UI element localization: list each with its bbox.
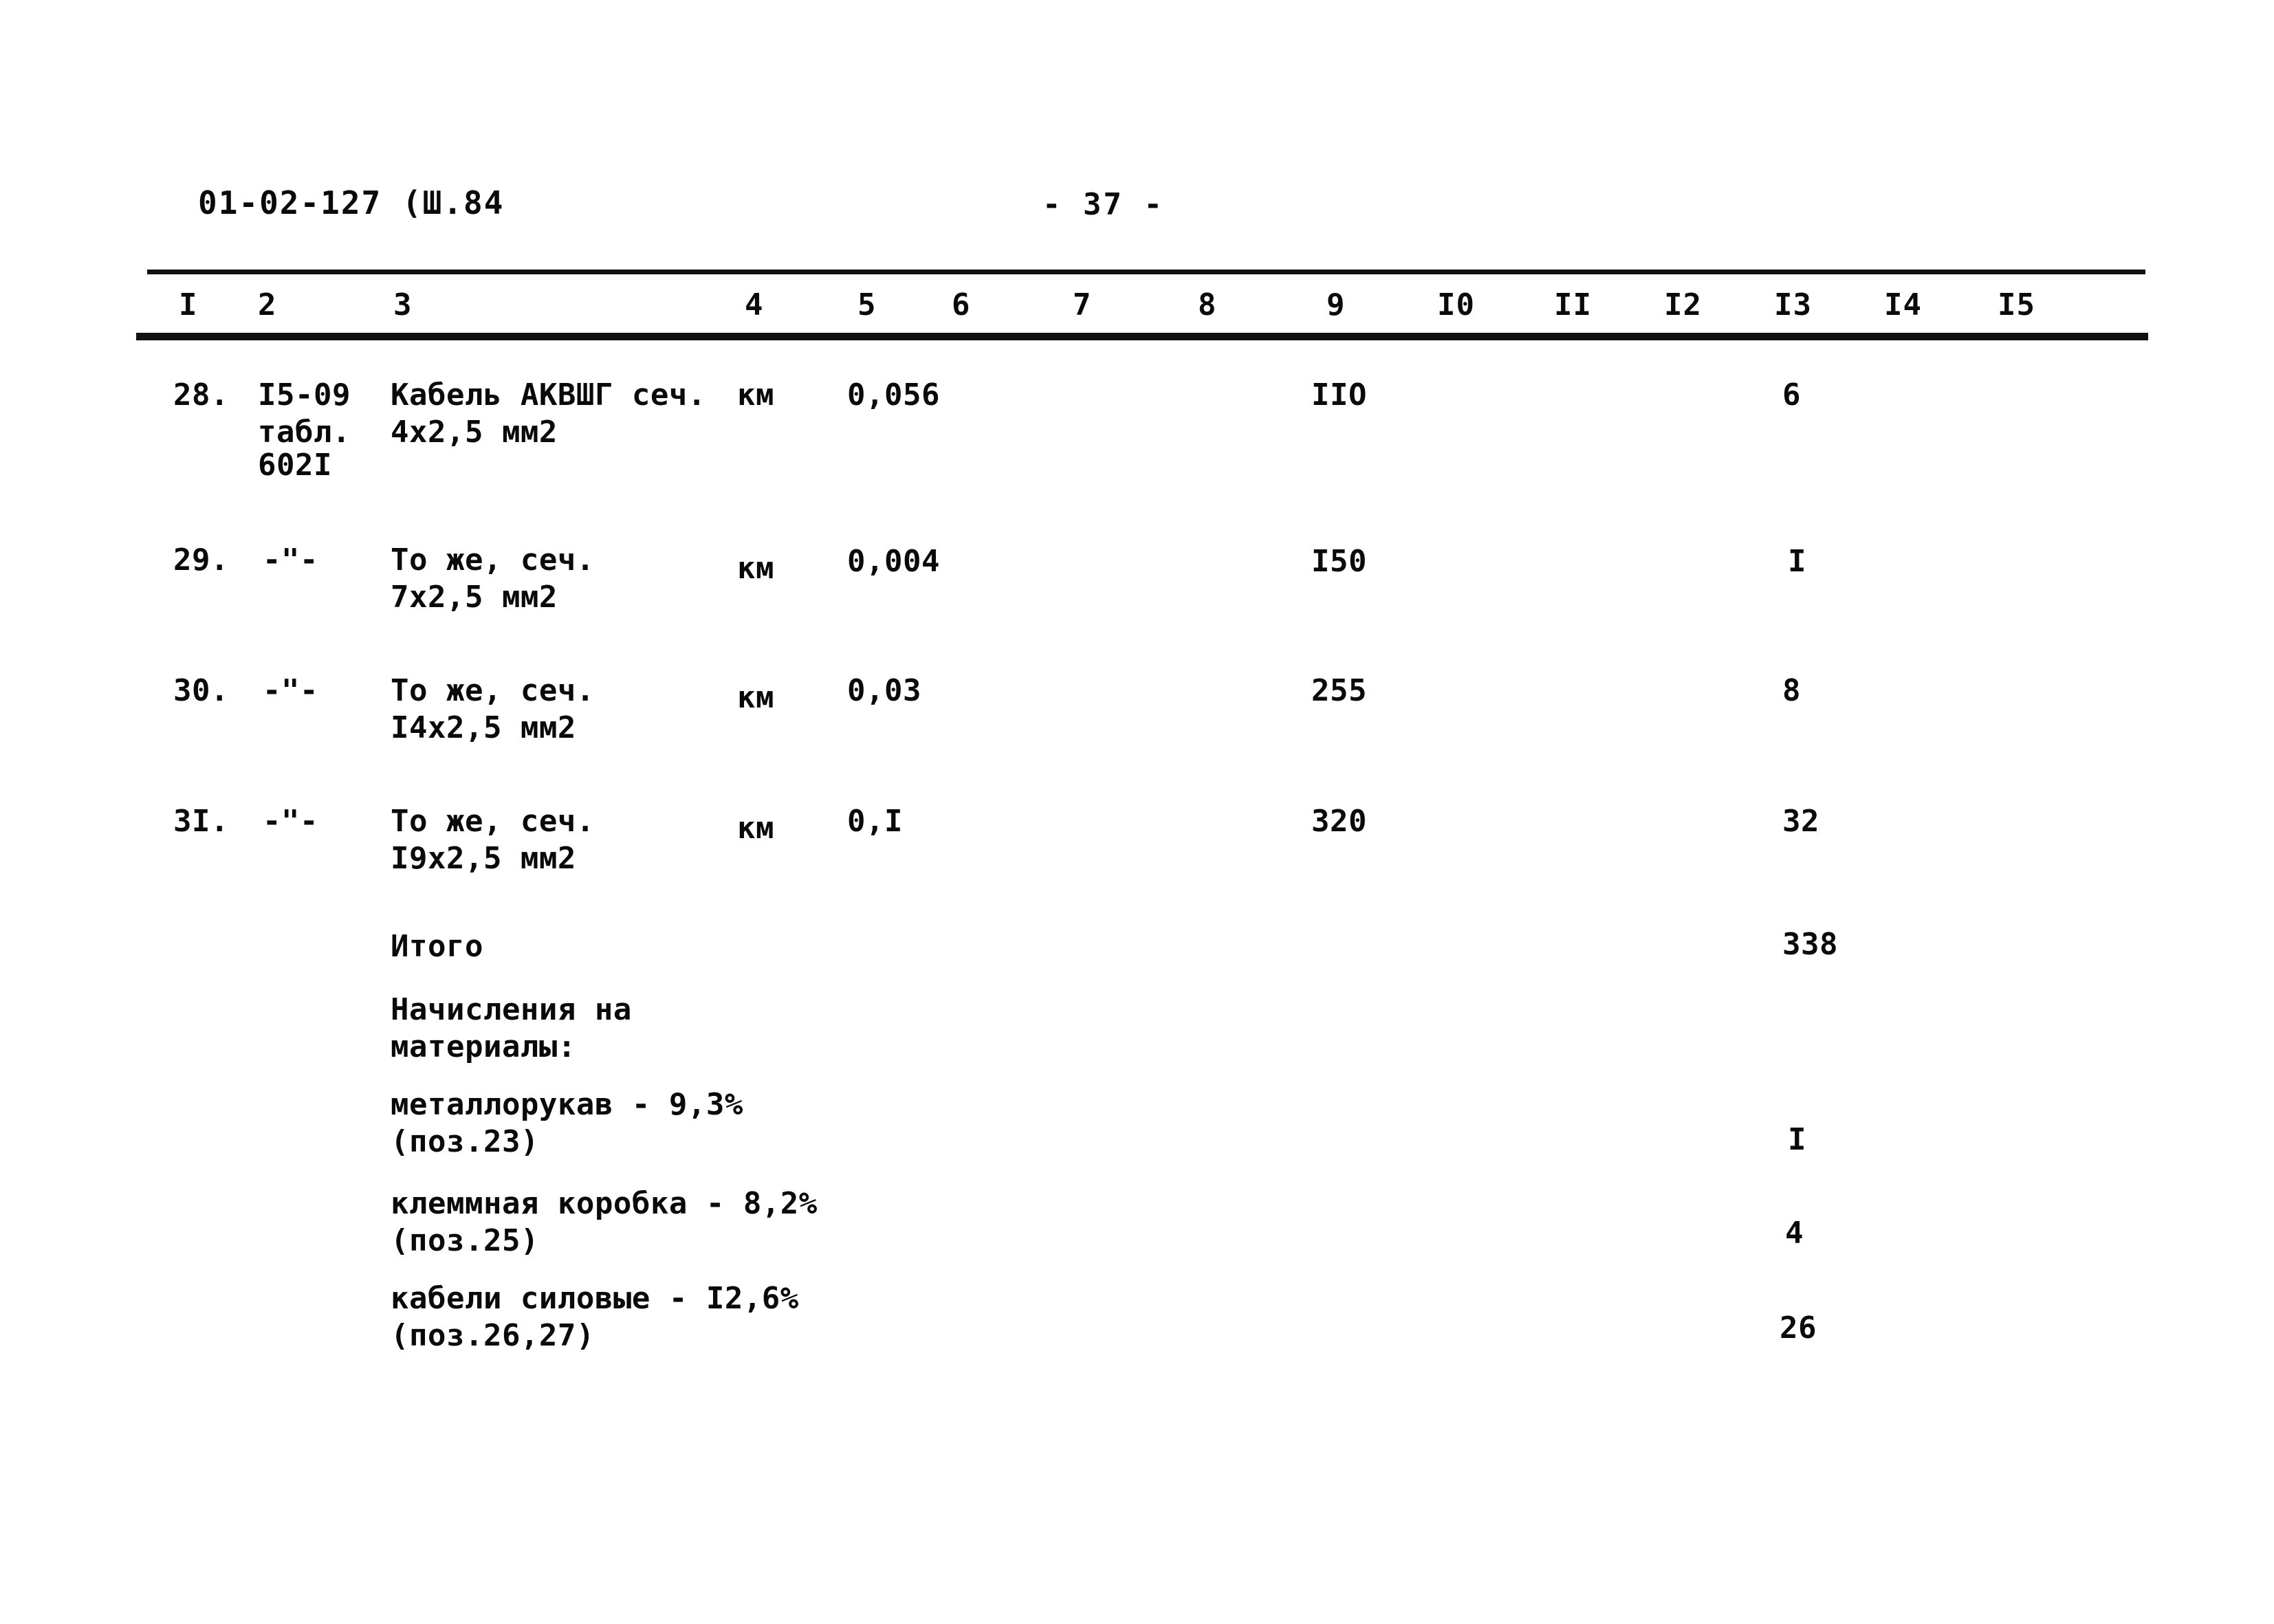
row-31-quantity: 0,I	[847, 804, 903, 839]
row-28-col9: IIO	[1311, 377, 1367, 413]
surcharge-item-3-label: кабели силовые - I2,6%	[391, 1281, 799, 1316]
column-number-14: I4	[1884, 287, 1922, 322]
row-29-col9: I50	[1311, 544, 1367, 579]
surcharges-heading-line1: Начисления на	[391, 992, 632, 1027]
column-number-3: 3	[393, 287, 413, 322]
row-30-code-line1: -"-	[263, 673, 318, 708]
table-row: 28.	[173, 377, 229, 413]
table-row: 3I.	[173, 804, 229, 839]
column-number-13: I3	[1774, 287, 1812, 322]
row-30-quantity: 0,03	[847, 673, 921, 708]
row-29-quantity: 0,004	[847, 544, 940, 579]
table-rule-bottom	[136, 333, 2148, 340]
column-number-5: 5	[857, 287, 877, 322]
row-30-col13: 8	[1782, 673, 1801, 708]
row-29-name-line2: 7х2,5 мм2	[391, 580, 558, 615]
column-number-2: 2	[258, 287, 277, 322]
total-label: Итого	[391, 929, 483, 964]
row-31-name-line2: I9х2,5 мм2	[391, 841, 576, 876]
row-28-code-line3: 602I	[258, 448, 332, 483]
row-31-col13: 32	[1782, 804, 1819, 839]
column-number-11: II	[1554, 287, 1592, 322]
row-28-unit: км	[737, 377, 774, 413]
row-31-col9: 320	[1311, 804, 1367, 839]
column-number-6: 6	[952, 287, 971, 322]
row-28-col13: 6	[1782, 377, 1801, 413]
column-number-9: 9	[1326, 287, 1346, 322]
surcharge-item-2-position: (поз.25)	[391, 1223, 539, 1258]
surcharge-item-3-value: 26	[1780, 1310, 1817, 1346]
row-28-name-line1: Кабель АКВШГ сеч.	[391, 377, 706, 413]
surcharge-item-1-position: (поз.23)	[391, 1124, 539, 1159]
surcharge-item-1-value: I	[1788, 1122, 1806, 1157]
row-31-unit: км	[737, 811, 774, 846]
document-code: 01-02-127 (Ш.84	[198, 184, 505, 221]
scanned-page: 01-02-127 (Ш.84 - 37 - I 2 3 4 5 6 7 8 9…	[0, 0, 2274, 1624]
row-28-name-line2: 4х2,5 мм2	[391, 415, 558, 450]
row-29-code-line1: -"-	[263, 542, 318, 578]
surcharge-item-3-position: (поз.26,27)	[391, 1318, 595, 1353]
column-number-8: 8	[1198, 287, 1217, 322]
row-31-name-line1: То же, сеч.	[391, 804, 595, 839]
surcharges-heading-line2: материалы:	[391, 1029, 576, 1064]
column-number-10: I0	[1437, 287, 1475, 322]
column-number-15: I5	[1998, 287, 2035, 322]
column-number-4: 4	[745, 287, 764, 322]
table-row: 30.	[173, 673, 229, 708]
row-28-code-line1: I5-09	[258, 377, 351, 413]
surcharge-item-2-value: 4	[1785, 1216, 1804, 1251]
column-number-7: 7	[1073, 287, 1092, 322]
surcharge-item-2-label: клеммная коробка - 8,2%	[391, 1186, 818, 1221]
page-number: - 37 -	[1042, 187, 1164, 222]
row-30-name-line1: То же, сеч.	[391, 673, 595, 708]
row-28-quantity: 0,056	[847, 377, 940, 413]
column-number-1: I	[179, 287, 198, 322]
row-29-unit: км	[737, 551, 774, 586]
row-29-col13: I	[1788, 544, 1806, 579]
surcharge-item-1-label: металлорукав - 9,3%	[391, 1087, 743, 1122]
row-30-name-line2: I4х2,5 мм2	[391, 710, 576, 745]
row-28-code-line2: табл.	[258, 415, 351, 450]
row-30-col9: 255	[1311, 673, 1367, 708]
column-number-12: I2	[1664, 287, 1702, 322]
row-31-code-line1: -"-	[263, 804, 318, 839]
row-30-unit: км	[737, 680, 774, 715]
table-rule-top	[147, 270, 2145, 274]
total-value: 338	[1782, 927, 1838, 962]
table-row: 29.	[173, 542, 229, 578]
row-29-name-line1: То же, сеч.	[391, 542, 595, 578]
